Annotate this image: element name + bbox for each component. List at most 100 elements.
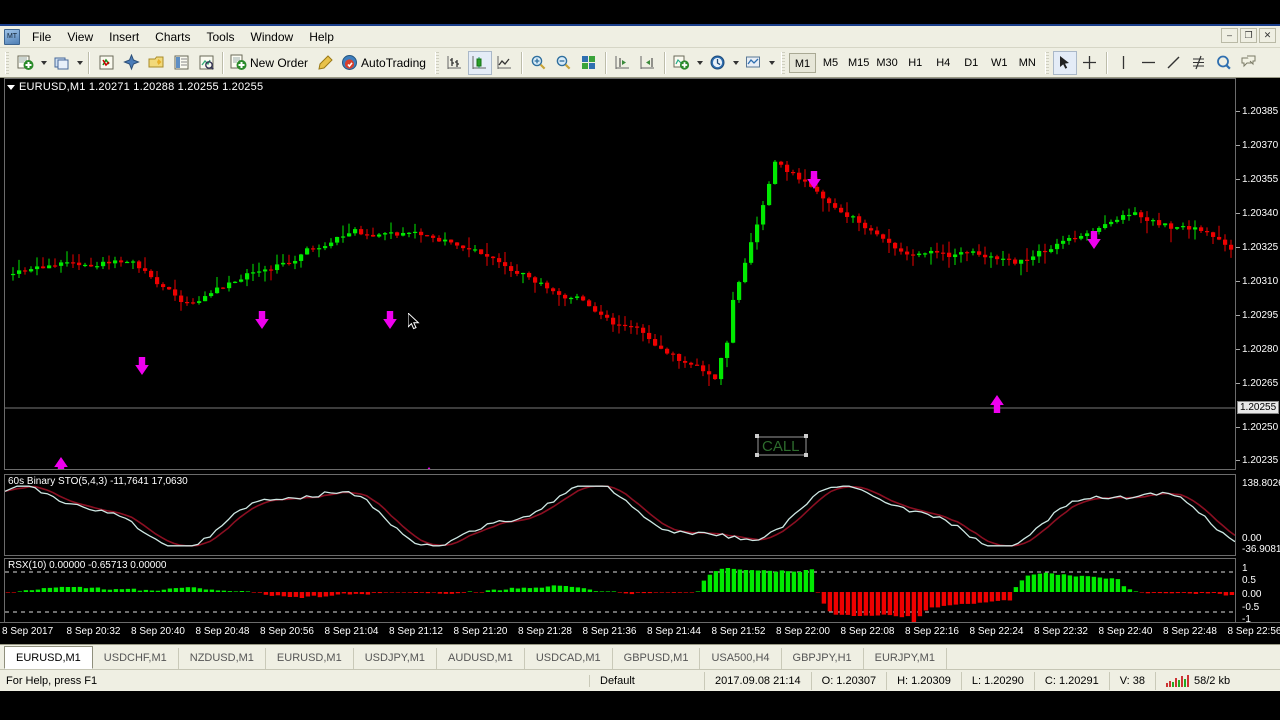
chart-tab[interactable]: AUDUSD,M1 (437, 648, 525, 669)
menu-item-window[interactable]: Window (243, 27, 302, 47)
profiles-icon[interactable] (49, 51, 73, 75)
chart-tab[interactable]: USDCAD,M1 (525, 648, 613, 669)
toolbar-grip-2[interactable] (434, 51, 439, 74)
strategy-tester-icon[interactable] (194, 51, 218, 75)
menu-item-insert[interactable]: Insert (101, 27, 147, 47)
rsx-bar (467, 591, 473, 592)
navigator-icon[interactable] (119, 51, 143, 75)
status-profile[interactable]: Default (590, 671, 705, 690)
chart-tab[interactable]: EURUSD,M1 (266, 648, 354, 669)
chart-tab[interactable]: EURJPY,M1 (864, 648, 947, 669)
autotrading-button[interactable]: AutoTrading (339, 51, 431, 75)
line-chart-icon[interactable] (493, 51, 517, 75)
rsx-indicator-pane[interactable]: RSX(10) 0.00000 -0.65713 0.00000 (4, 558, 1236, 626)
new-chart-dropdown-icon[interactable] (38, 51, 48, 75)
menu-item-view[interactable]: View (59, 27, 101, 47)
menu-item-charts[interactable]: Charts (147, 27, 198, 47)
new-order-button[interactable]: New Order (228, 51, 313, 75)
chart-collapse-icon[interactable] (7, 84, 15, 90)
templates-icon[interactable] (742, 51, 766, 75)
rsx-bar (989, 592, 995, 602)
timeframe-h1[interactable]: H1 (902, 53, 929, 73)
rsx-bar (191, 587, 197, 592)
rsx-bar (65, 587, 71, 592)
chart-workspace[interactable]: EURUSD,M1 1.20271 1.20288 1.20255 1.2025… (0, 78, 1280, 644)
chart-shift-icon[interactable] (611, 51, 635, 75)
chart-tab[interactable]: USDJPY,M1 (354, 648, 438, 669)
chart-tab[interactable]: GBPJPY,H1 (782, 648, 864, 669)
close-button[interactable]: ✕ (1259, 28, 1276, 43)
menu-item-help[interactable]: Help (301, 27, 342, 47)
chart-tab[interactable]: NZDUSD,M1 (179, 648, 266, 669)
vertical-line-icon[interactable] (1112, 51, 1136, 75)
candlestick-chart-icon[interactable] (467, 50, 492, 75)
market-watch-icon[interactable] (94, 51, 118, 75)
price-axis[interactable]: 1.20385 1.20370 1.20355 1.20340 1.20325 1.203… (1236, 78, 1280, 644)
time-label: 8 Sep 20:32 (66, 626, 121, 637)
timeframe-m5[interactable]: M5 (817, 53, 844, 73)
rsx-bar (587, 589, 593, 592)
rsx-bar (1067, 575, 1073, 592)
zoom-out-icon[interactable] (552, 51, 576, 75)
data-window-icon[interactable] (144, 51, 168, 75)
indicators-dropdown-icon[interactable] (695, 51, 705, 75)
minimize-button[interactable]: – (1221, 28, 1238, 43)
indicators-icon[interactable] (670, 51, 694, 75)
cursor-icon[interactable] (1052, 50, 1077, 75)
rsx-bar (227, 591, 233, 592)
rsx-bar (1073, 576, 1079, 592)
toolbar-grip-4[interactable] (1044, 51, 1049, 74)
chart-tab[interactable]: USA500,H4 (700, 648, 782, 669)
timeframe-h4[interactable]: H4 (930, 53, 957, 73)
rsx-bar (389, 592, 395, 593)
zoom-in-icon[interactable] (527, 51, 551, 75)
rsx-bar (101, 589, 107, 592)
timeframe-mn[interactable]: MN (1014, 53, 1041, 73)
auto-scroll-icon[interactable] (636, 51, 660, 75)
rsx-bar (515, 588, 521, 592)
periods-dropdown-icon[interactable] (731, 51, 741, 75)
trendline-icon[interactable] (1162, 51, 1186, 75)
restore-button[interactable]: ❐ (1240, 28, 1257, 43)
price-label: 1.20235 (1242, 455, 1279, 466)
profiles-dropdown-icon[interactable] (74, 51, 84, 75)
timeframe-m1[interactable]: M1 (788, 52, 816, 73)
shapes-icon[interactable] (1237, 51, 1261, 75)
text-tool-icon[interactable] (1212, 51, 1236, 75)
time-label: 8 Sep 22:32 (1034, 626, 1088, 637)
templates-dropdown-icon[interactable] (767, 51, 777, 75)
rsx-bar (599, 591, 605, 592)
crosshair-icon[interactable] (1078, 51, 1102, 75)
rsx-bar (53, 587, 59, 592)
rsx-bar (1013, 587, 1019, 592)
metaeditor-icon[interactable] (314, 51, 338, 75)
timeframe-d1[interactable]: D1 (958, 53, 985, 73)
rsx-bar (821, 592, 827, 604)
timeframe-m30[interactable]: M30 (873, 53, 900, 73)
bar-chart-icon[interactable] (443, 51, 467, 75)
menu-item-tools[interactable]: Tools (199, 27, 243, 47)
fibonacci-icon[interactable] (1187, 51, 1211, 75)
rsx-bar (707, 574, 713, 592)
terminal-icon[interactable] (169, 51, 193, 75)
chart-tab[interactable]: USDCHF,M1 (93, 648, 179, 669)
chart-tab[interactable]: EURUSD,M1 (4, 646, 93, 669)
horizontal-line-icon[interactable] (1137, 51, 1161, 75)
new-chart-icon[interactable] (13, 51, 37, 75)
tile-windows-icon[interactable] (577, 51, 601, 75)
status-traffic: 58/2 kb (1156, 672, 1240, 690)
periods-icon[interactable] (706, 51, 730, 75)
toolbar-grip[interactable] (5, 51, 9, 74)
price-label: 1.20265 (1242, 378, 1279, 389)
rsx-bar (149, 590, 155, 592)
menu-item-file[interactable]: File (24, 27, 59, 47)
rsx-bar (437, 592, 443, 594)
rsx-bar (1103, 578, 1109, 592)
timeframe-w1[interactable]: W1 (986, 53, 1013, 73)
toolbar-grip-3[interactable] (780, 51, 785, 74)
timeframe-m15[interactable]: M15 (845, 53, 872, 73)
price-chart-pane[interactable]: EURUSD,M1 1.20271 1.20288 1.20255 1.2025… (4, 78, 1236, 470)
chart-tab[interactable]: GBPUSD,M1 (613, 648, 701, 669)
sto-indicator-pane[interactable]: 60s Binary STO(5,4,3) -11,7641 17,0630 (4, 474, 1236, 556)
price-chart-canvas[interactable]: CALL (5, 79, 1235, 469)
